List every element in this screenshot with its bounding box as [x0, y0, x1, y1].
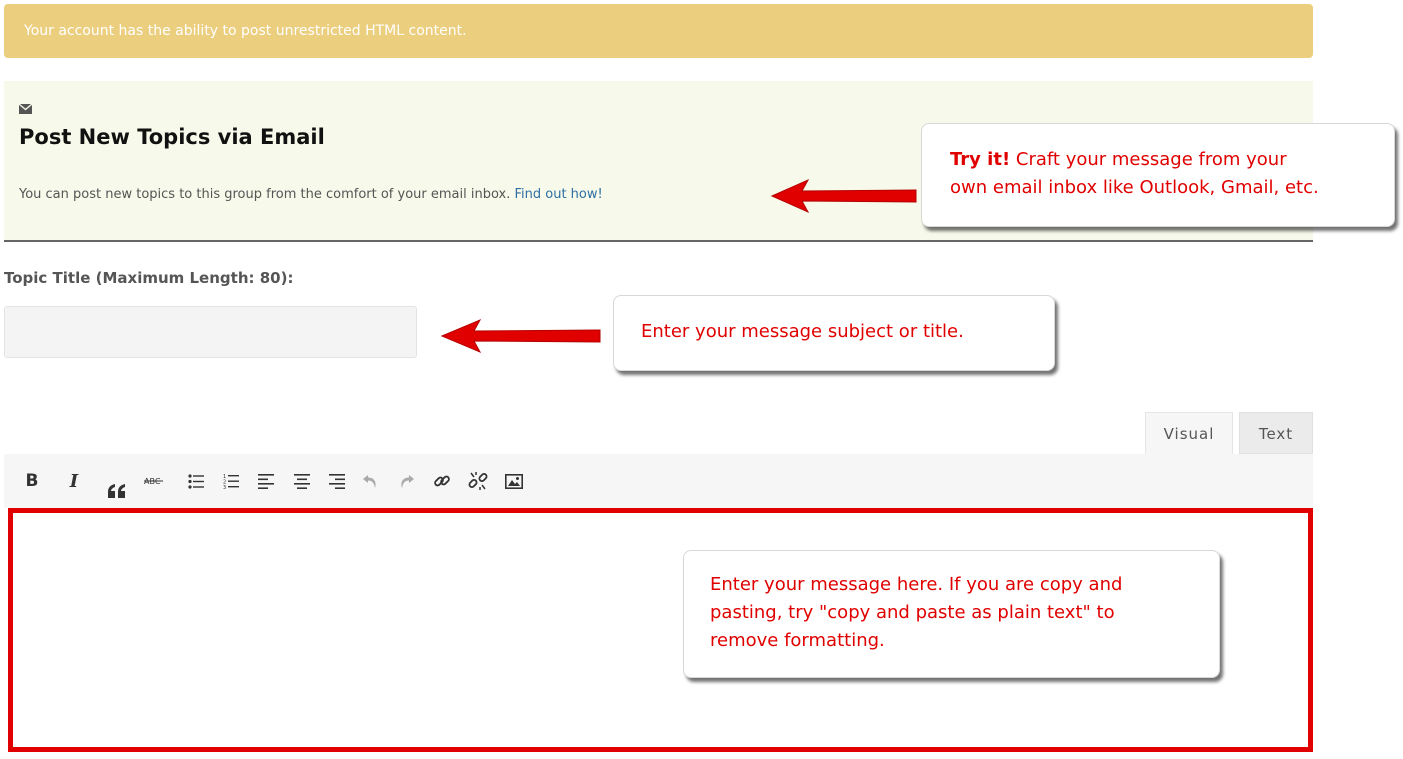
- redo-icon: [398, 474, 414, 489]
- html-permission-notice: Your account has the ability to post unr…: [4, 4, 1313, 58]
- message-tip-line1: Enter your message here. If you are copy…: [710, 574, 1123, 595]
- email-panel-title: Post New Topics via Email: [19, 125, 325, 149]
- insert-image-button[interactable]: [499, 454, 529, 508]
- tab-text[interactable]: Text: [1239, 412, 1313, 454]
- envelope-icon: [18, 99, 33, 118]
- email-panel-description: You can post new topics to this group fr…: [19, 187, 603, 202]
- bullet-list-button[interactable]: [181, 454, 211, 508]
- arrow-to-title-input: [440, 318, 601, 354]
- message-tip-line3: remove formatting.: [710, 630, 885, 651]
- italic-button[interactable]: I: [59, 454, 89, 508]
- bullet-list-icon: [188, 473, 204, 489]
- svg-text:3: 3: [223, 485, 226, 489]
- bold-icon: B: [25, 471, 39, 491]
- strikethrough-icon: ABC: [144, 476, 166, 486]
- numbered-list-button[interactable]: 123: [216, 454, 246, 508]
- undo-icon: [363, 474, 379, 489]
- bold-button[interactable]: B: [17, 454, 47, 508]
- topic-title-input[interactable]: [4, 306, 417, 358]
- italic-icon: I: [69, 470, 79, 492]
- unlink-icon: [468, 471, 488, 491]
- email-description-text: You can post new topics to this group fr…: [19, 187, 511, 202]
- message-tip-line2: pasting, try "copy and paste as plain te…: [710, 602, 1115, 623]
- align-left-icon: [258, 473, 274, 489]
- editor-toolbar: B I ABC 123: [4, 454, 1313, 508]
- email-tip-bold: Try it!: [950, 149, 1011, 170]
- topic-title-label: Topic Title (Maximum Length: 80):: [4, 269, 294, 287]
- align-left-button[interactable]: [251, 454, 281, 508]
- notice-text: Your account has the ability to post unr…: [24, 23, 467, 39]
- blockquote-icon: [107, 484, 127, 498]
- remove-link-button[interactable]: [463, 454, 493, 508]
- email-tip-line1: Craft your message from your: [1010, 149, 1287, 170]
- email-tip-callout: Try it! Craft your message from your own…: [921, 123, 1395, 227]
- align-right-button[interactable]: [322, 454, 352, 508]
- align-center-button[interactable]: [287, 454, 317, 508]
- find-out-how-link[interactable]: Find out how!: [514, 187, 602, 202]
- image-icon: [505, 473, 523, 489]
- tab-visual[interactable]: Visual: [1145, 412, 1233, 454]
- arrow-to-link: [770, 178, 917, 214]
- numbered-list-icon: 123: [223, 473, 239, 489]
- align-right-icon: [329, 473, 345, 489]
- subject-tip-callout: Enter your message subject or title.: [613, 295, 1055, 371]
- align-center-icon: [294, 473, 310, 489]
- email-tip-line2: own email inbox like Outlook, Gmail, etc…: [950, 177, 1319, 198]
- redo-button[interactable]: [391, 454, 421, 508]
- insert-link-button[interactable]: [427, 454, 457, 508]
- message-tip-callout: Enter your message here. If you are copy…: [683, 550, 1220, 678]
- link-icon: [433, 472, 451, 490]
- strikethrough-button[interactable]: ABC: [140, 454, 170, 508]
- subject-tip-text: Enter your message subject or title.: [641, 321, 964, 342]
- undo-button[interactable]: [356, 454, 386, 508]
